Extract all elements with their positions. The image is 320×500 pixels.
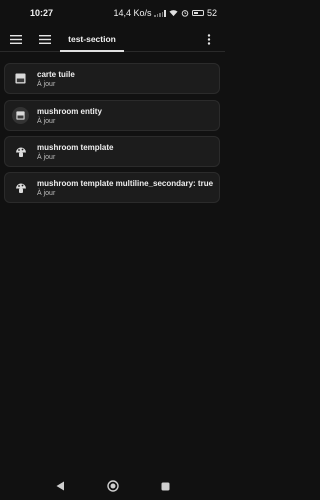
wifi-icon xyxy=(169,10,178,17)
more-vertical-icon[interactable] xyxy=(200,30,218,48)
mushroom-icon xyxy=(12,179,29,196)
status-indicators: 14,4 Ko/s 52 xyxy=(113,8,217,18)
card-title: carte tuile xyxy=(37,70,75,79)
tab-test-section[interactable]: test-section xyxy=(60,26,124,52)
battery-percent: 52 xyxy=(206,8,217,18)
hamburger-icon[interactable] xyxy=(7,30,25,48)
list-icon[interactable] xyxy=(36,30,54,48)
tab-indicator xyxy=(60,50,124,52)
card-subtitle: À jour xyxy=(37,154,56,161)
status-time: 10:27 xyxy=(30,8,54,18)
system-nav-bar xyxy=(0,472,225,500)
card-mushroom-template[interactable]: mushroom template À jour xyxy=(4,136,220,167)
card-mushroom-template-multiline[interactable]: mushroom template multiline_secondary: t… xyxy=(4,172,220,203)
card-subtitle: À jour xyxy=(37,81,56,88)
card-carte-tuile[interactable]: carte tuile À jour xyxy=(4,63,220,94)
card-mushroom-entity[interactable]: mushroom entity À jour xyxy=(4,100,220,131)
tile-icon xyxy=(12,107,29,124)
network-speed: 14,4 Ko/s xyxy=(113,8,152,18)
status-bar: 10:27 14,4 Ko/s 52 xyxy=(0,0,225,26)
battery-icon xyxy=(191,10,204,16)
recents-square-icon[interactable] xyxy=(161,482,170,491)
tile-icon xyxy=(12,70,29,87)
card-subtitle: À jour xyxy=(37,190,56,197)
back-triangle-icon[interactable] xyxy=(56,481,65,491)
card-subtitle: À jour xyxy=(37,118,56,125)
card-title: mushroom template multiline_secondary: t… xyxy=(37,179,214,188)
alarm-icon xyxy=(181,10,189,17)
app-bar: test-section xyxy=(0,26,225,52)
card-title: mushroom template xyxy=(37,143,114,152)
mushroom-icon xyxy=(12,143,29,160)
signal-icon xyxy=(154,9,166,17)
card-title: mushroom entity xyxy=(37,107,102,116)
home-circle-icon[interactable] xyxy=(106,480,119,492)
